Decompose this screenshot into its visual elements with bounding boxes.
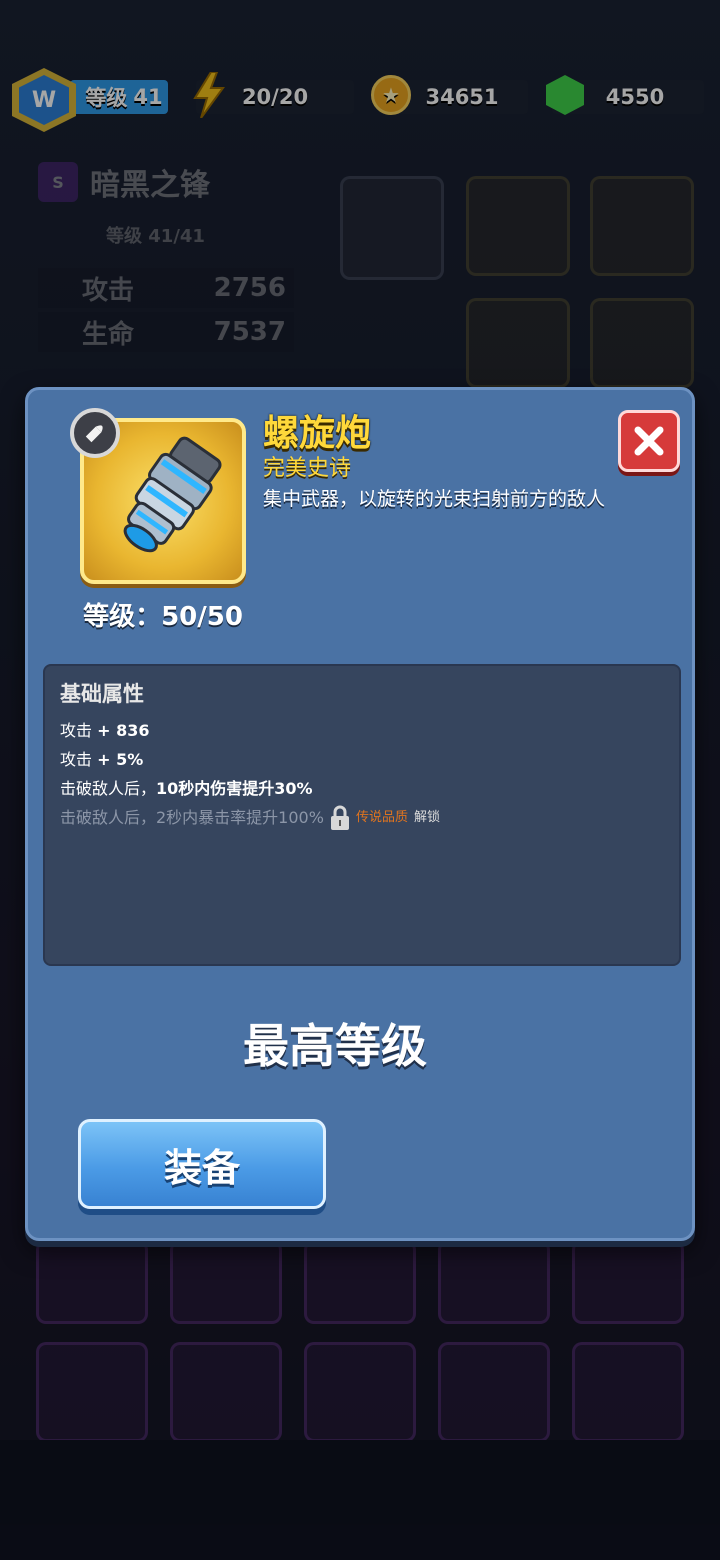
legend-quality-tag: 传说品质	[355, 810, 408, 825]
attribute-line: 击破敌人后，10秒内伤害提升30%	[60, 774, 664, 803]
attributes-panel: 基础属性 攻击 + 836 攻击 + 5% 击破敌人后，10秒内伤害提升30% …	[43, 664, 681, 966]
attribute-label: 击破敌人后，	[60, 779, 157, 798]
attribute-value: 10秒内伤害提升30%	[156, 779, 313, 798]
attributes-title: 基础属性	[60, 682, 144, 706]
lock-icon	[330, 805, 350, 831]
max-level-text: 最高等级	[243, 1019, 427, 1073]
attribute-value: + 5%	[97, 750, 144, 769]
attribute-line: 攻击 + 5%	[60, 745, 664, 774]
close-button[interactable]	[618, 410, 680, 472]
locked-attribute-text: 击破敌人后，2秒内暴击率提升100%	[60, 808, 324, 827]
equip-button[interactable]: 装备	[78, 1119, 326, 1209]
locked-attribute-line: 击破敌人后，2秒内暴击率提升100% 传说品质 解锁	[60, 803, 664, 832]
unlock-label: 解锁	[413, 810, 440, 825]
close-icon	[634, 426, 664, 456]
bullet-type-icon	[70, 408, 120, 458]
item-rarity: 完美史诗	[263, 456, 352, 481]
spiral-cannon-icon	[123, 436, 222, 553]
item-description: 集中武器，以旋转的光束扫射前方的敌人	[263, 488, 606, 510]
attribute-label: 攻击	[60, 721, 98, 740]
attribute-value: + 836	[97, 721, 150, 740]
item-detail-dialog: 等级：50/50 螺旋炮 完美史诗 集中武器，以旋转的光束扫射前方的敌人 基础属…	[25, 387, 695, 1241]
attribute-label: 攻击	[60, 750, 98, 769]
item-name: 螺旋炮	[263, 413, 372, 454]
item-level: 等级：50/50	[83, 602, 243, 632]
attribute-line: 攻击 + 836	[60, 716, 664, 745]
